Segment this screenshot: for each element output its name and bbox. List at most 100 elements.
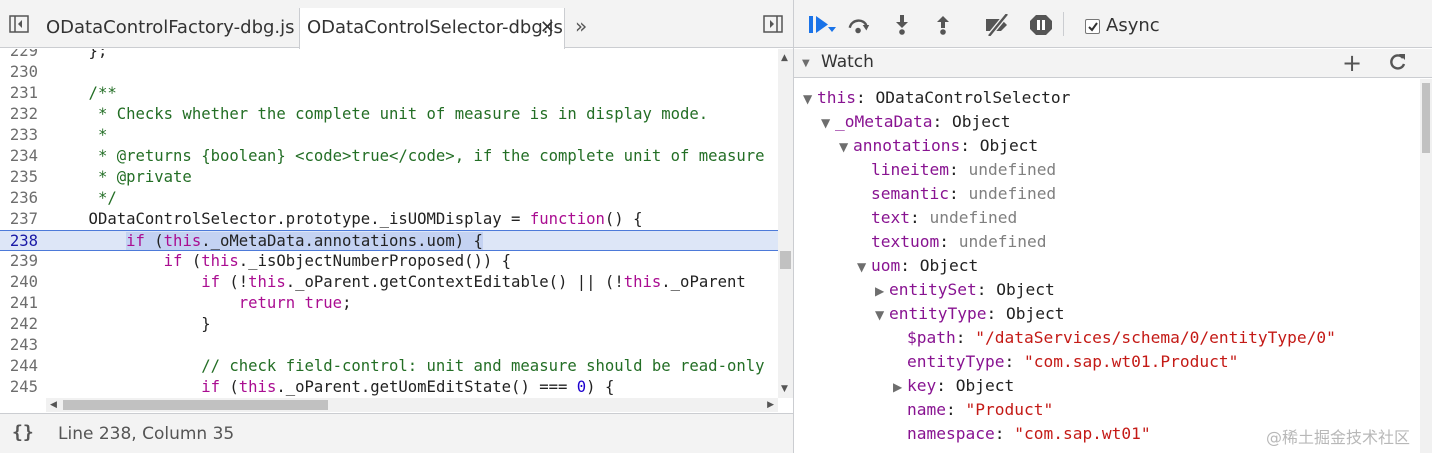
property-name: $path <box>907 328 956 347</box>
watch-tree-node[interactable]: ▶ entitySet: Object <box>875 278 1055 302</box>
watch-tree-node[interactable]: ▶ key: Object <box>893 374 1014 398</box>
line-number[interactable]: 245 <box>0 377 40 398</box>
line-number[interactable]: 229 <box>0 49 40 62</box>
code-text: /** <box>51 84 117 102</box>
line-number[interactable]: 236 <box>0 188 40 209</box>
code-line[interactable]: 229 }; <box>0 49 778 62</box>
line-number[interactable]: 233 <box>0 125 40 146</box>
watch-tree-node[interactable]: semantic: undefined <box>857 182 1056 206</box>
scroll-up-arrow-icon[interactable]: ▲ <box>781 53 788 63</box>
line-number[interactable]: 230 <box>0 62 40 83</box>
property-value: "com.sap.wt01.Product" <box>1023 352 1239 371</box>
code-line[interactable]: 237 ODataControlSelector.prototype._isUO… <box>0 209 778 230</box>
watch-vertical-scrollbar[interactable] <box>1420 79 1432 453</box>
code-text: * @returns {boolean} <code>true</code>, … <box>51 147 765 165</box>
collapsed-triangle-icon[interactable]: ▶ <box>875 279 889 303</box>
code-line[interactable]: 245 if (this._oParent.getUomEditState() … <box>0 377 778 398</box>
watch-tree-node[interactable]: text: undefined <box>857 206 1017 230</box>
line-number[interactable]: 237 <box>0 209 40 230</box>
code-line[interactable]: 230 <box>0 62 778 83</box>
watch-tree-node[interactable]: entityType: "com.sap.wt01.Product" <box>893 350 1238 374</box>
close-tab-icon[interactable]: ✕ <box>540 8 555 48</box>
line-number[interactable]: 232 <box>0 104 40 125</box>
watch-tree-node[interactable]: textuom: undefined <box>857 230 1046 254</box>
tab-odatacontrolselector[interactable]: ODataControlSelector-dbg.js ✕ <box>299 8 565 49</box>
expanded-triangle-icon[interactable]: ▼ <box>857 255 871 279</box>
scrollbar-thumb[interactable] <box>63 400 328 410</box>
watch-tree-node[interactable]: ▼ this: ODataControlSelector <box>803 86 1070 110</box>
code-line[interactable]: 232 * Checks whether the complete unit o… <box>0 104 778 125</box>
refresh-icon[interactable] <box>1388 52 1408 72</box>
scroll-right-arrow-icon[interactable]: ▶ <box>767 398 774 412</box>
code-line-current[interactable]: 238 if (this._oMetaData.annotations.uom)… <box>0 230 778 251</box>
line-number[interactable]: 231 <box>0 83 40 104</box>
step-into-icon[interactable] <box>890 14 914 36</box>
add-watch-expression-icon[interactable]: + <box>1342 50 1362 76</box>
scrollbar-thumb[interactable] <box>780 251 791 269</box>
code-line[interactable]: 242 } <box>0 314 778 335</box>
code-line[interactable]: 231 /** <box>0 83 778 104</box>
pause-on-exceptions-icon[interactable] <box>1029 14 1053 36</box>
line-number[interactable]: 234 <box>0 146 40 167</box>
tab-label: ODataControlFactory-dbg.js <box>46 17 295 38</box>
property-separator: : <box>994 424 1015 443</box>
step-out-icon[interactable] <box>931 14 955 36</box>
line-number[interactable]: 235 <box>0 167 40 188</box>
line-number[interactable]: 240 <box>0 272 40 293</box>
editor-vertical-scrollbar[interactable]: ▲ ▼ <box>778 49 793 398</box>
watch-tree-node[interactable]: ▼ _oMetaData: Object <box>821 110 1010 134</box>
watch-tree-node[interactable]: ▼ annotations: Object <box>839 134 1038 158</box>
code-line[interactable]: 236 */ <box>0 188 778 209</box>
property-name: this <box>817 88 856 107</box>
step-over-icon[interactable] <box>847 14 871 36</box>
code-line[interactable]: 235 * @private <box>0 167 778 188</box>
tab-odatacontrolfactory[interactable]: ODataControlFactory-dbg.js <box>46 8 295 48</box>
property-value: undefined <box>958 232 1047 251</box>
line-number[interactable]: 242 <box>0 314 40 335</box>
deactivate-breakpoints-icon[interactable] <box>983 14 1013 36</box>
code-text: if (this._oMetaData.annotations.uom) { <box>126 232 483 250</box>
watch-tree-node[interactable]: $path: "/dataServices/schema/0/entityTyp… <box>893 326 1336 350</box>
async-checkbox[interactable] <box>1085 19 1100 34</box>
code-line[interactable]: 239 if (this._isObjectNumberProposed()) … <box>0 251 778 272</box>
scrollbar-thumb[interactable] <box>1422 83 1430 153</box>
watch-tree-node[interactable]: lineitem: undefined <box>857 158 1056 182</box>
toggle-navigator-icon[interactable] <box>9 15 29 33</box>
property-name: _oMetaData <box>835 112 933 131</box>
expanded-triangle-icon[interactable]: ▼ <box>839 135 853 159</box>
code-line[interactable]: 243 <box>0 335 778 356</box>
expanded-triangle-icon[interactable]: ▼ <box>821 111 835 135</box>
expanded-triangle-icon[interactable]: ▼ <box>875 303 889 327</box>
watch-tree-node[interactable]: ▼ uom: Object <box>857 254 978 278</box>
code-line[interactable]: 240 if (!this._oParent.getContextEditabl… <box>0 272 778 293</box>
collapsed-triangle-icon[interactable]: ▶ <box>893 375 907 399</box>
watch-tree-node[interactable]: ▼ entityType: Object <box>875 302 1064 326</box>
code-line[interactable]: 233 * <box>0 125 778 146</box>
watch-section-header[interactable]: ▼ Watch + <box>794 49 1432 78</box>
code-editor[interactable]: 229 }; 230 231 /** 232 * Checks whether the… <box>0 49 778 398</box>
scroll-left-arrow-icon[interactable]: ◀ <box>50 398 57 412</box>
async-label[interactable]: Async <box>1106 15 1160 36</box>
line-number[interactable]: 239 <box>0 251 40 272</box>
line-number[interactable]: 241 <box>0 293 40 314</box>
watch-tree-node[interactable]: name: "Product" <box>893 398 1053 422</box>
line-number[interactable]: 238 <box>0 231 40 252</box>
cursor-position: Line 238, Column 35 <box>58 424 235 444</box>
code-line[interactable]: 241 return true; <box>0 293 778 314</box>
expanded-triangle-icon[interactable]: ▼ <box>803 87 817 111</box>
collapse-triangle-icon[interactable]: ▼ <box>802 58 810 69</box>
editor-horizontal-scrollbar[interactable]: ◀ ▶ <box>46 398 778 412</box>
property-separator: : <box>855 88 876 107</box>
code-line[interactable]: 234 * @returns {boolean} <code>true</cod… <box>0 146 778 167</box>
toggle-debugger-sidebar-icon[interactable] <box>763 15 783 33</box>
code-line[interactable]: 244 // check field-control: unit and mea… <box>0 356 778 377</box>
watch-tree-node[interactable]: namespace: "com.sap.wt01" <box>893 422 1151 446</box>
line-number[interactable]: 244 <box>0 356 40 377</box>
more-tabs-icon[interactable]: » <box>575 16 587 36</box>
pretty-print-icon[interactable]: {} <box>12 422 34 443</box>
resume-menu-icon[interactable] <box>828 26 838 34</box>
property-separator: : <box>932 112 952 131</box>
line-number[interactable]: 243 <box>0 335 40 356</box>
scroll-down-arrow-icon[interactable]: ▼ <box>781 384 788 394</box>
